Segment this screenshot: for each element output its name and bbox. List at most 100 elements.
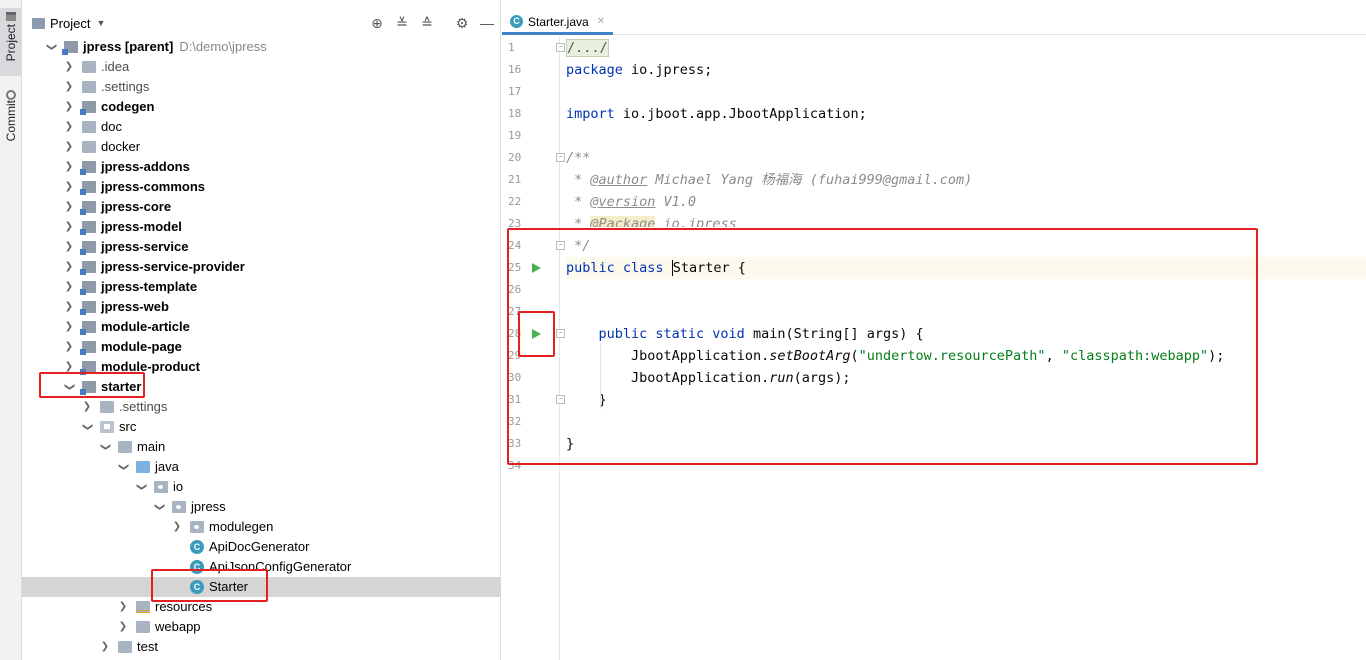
- chevron-right-icon[interactable]: ❯: [172, 520, 182, 534]
- editor-gutter: 1 16 17 18 19 20 21 22 23 24 25 26 27 28 29 30 31 32 33 34 −…: [502, 37, 565, 660]
- tree-row-module-article[interactable]: ❯ module-article: [22, 317, 501, 337]
- chevron-down-icon[interactable]: ❯: [62, 382, 76, 392]
- line-number: 27: [508, 305, 522, 318]
- folded-region[interactable]: /.../: [566, 39, 609, 57]
- tree-row-jpress-parent[interactable]: ❯ jpress [parent] D:\demo\jpress: [22, 37, 501, 57]
- tree-row-jpress-template[interactable]: ❯ jpress-template: [22, 277, 501, 297]
- chevron-right-icon[interactable]: ❯: [64, 200, 74, 214]
- tree-item-label: jpress-service-provider: [101, 259, 245, 274]
- chevron-right-icon[interactable]: ❯: [64, 220, 74, 234]
- tree-row-jpress-core[interactable]: ❯ jpress-core: [22, 197, 501, 217]
- chevron-down-icon[interactable]: ❯: [134, 482, 148, 492]
- collapse-all-icon[interactable]: ≙: [419, 11, 435, 35]
- chevron-down-icon[interactable]: ❯: [116, 462, 130, 472]
- tree-row-docker[interactable]: ❯ docker: [22, 137, 501, 157]
- string-token: "undertow.resourcePath": [858, 348, 1046, 364]
- tree-row-src[interactable]: ❯ src: [22, 417, 501, 437]
- tree-row-resources[interactable]: ❯ resources: [22, 597, 501, 617]
- project-view-selector[interactable]: Project: [50, 16, 90, 31]
- fold-marker-icon[interactable]: −: [556, 395, 565, 404]
- code-token: {: [729, 260, 746, 276]
- tree-row-module-product[interactable]: ❯ module-product: [22, 357, 501, 377]
- folder-icon: [136, 621, 150, 633]
- chevron-right-icon[interactable]: ❯: [64, 260, 74, 274]
- tree-row-apijsonconfiggenerator[interactable]: C ApiJsonConfigGenerator: [22, 557, 501, 577]
- locate-icon[interactable]: ⊕: [369, 11, 385, 35]
- tree-item-label: ApiDocGenerator: [209, 539, 310, 554]
- fold-marker-icon[interactable]: −: [556, 329, 565, 338]
- line-number: 34: [508, 459, 522, 472]
- tree-row-test[interactable]: ❯ test: [22, 637, 501, 657]
- chevron-right-icon[interactable]: ❯: [64, 160, 74, 174]
- project-tool-tab[interactable]: Project: [0, 8, 22, 76]
- line-number: 31: [508, 393, 522, 406]
- chevron-right-icon[interactable]: ❯: [64, 140, 74, 154]
- chevron-right-icon[interactable]: ❯: [64, 180, 74, 194]
- chevron-right-icon[interactable]: ❯: [64, 120, 74, 134]
- chevron-down-icon[interactable]: ▼: [96, 18, 105, 28]
- tree-row-java[interactable]: ❯ java: [22, 457, 501, 477]
- tree-row-starter[interactable]: ❯ starter: [22, 377, 501, 397]
- code-token: (: [850, 348, 859, 364]
- chevron-down-icon[interactable]: ❯: [152, 502, 166, 512]
- gear-icon[interactable]: ⚙: [454, 11, 470, 35]
- editor-tab-starter[interactable]: C Starter.java ✕: [502, 11, 614, 35]
- tree-row-io[interactable]: ❯ io: [22, 477, 501, 497]
- commit-tool-tab-label: Commit: [4, 100, 18, 142]
- tree-row-jpress-service-provider[interactable]: ❯ jpress-service-provider: [22, 257, 501, 277]
- close-icon[interactable]: ✕: [597, 16, 605, 27]
- tree-row-codegen[interactable]: ❯ codegen: [22, 97, 501, 117]
- run-class-icon[interactable]: [532, 263, 541, 273]
- tree-row-settings[interactable]: ❯ .settings: [22, 77, 501, 97]
- tree-item-label: java: [155, 459, 179, 474]
- fold-marker-icon[interactable]: −: [556, 153, 565, 162]
- chevron-right-icon[interactable]: ❯: [118, 620, 128, 634]
- chevron-right-icon[interactable]: ❯: [82, 400, 92, 414]
- fold-marker-icon[interactable]: −: [556, 43, 565, 52]
- chevron-right-icon[interactable]: ❯: [64, 300, 74, 314]
- chevron-right-icon[interactable]: ❯: [64, 60, 74, 74]
- tool-window-strip: Project Commit: [0, 0, 22, 660]
- tree-row-apidocgenerator[interactable]: C ApiDocGenerator: [22, 537, 501, 557]
- tree-row-doc[interactable]: ❯ doc: [22, 117, 501, 137]
- tree-row-idea[interactable]: ❯ .idea: [22, 57, 501, 77]
- chevron-right-icon[interactable]: ❯: [64, 360, 74, 374]
- tree-row-module-page[interactable]: ❯ module-page: [22, 337, 501, 357]
- chevron-right-icon[interactable]: ❯: [100, 640, 110, 654]
- tree-row-main[interactable]: ❯ main: [22, 437, 501, 457]
- code-token: io.jpress: [655, 216, 737, 227]
- chevron-right-icon[interactable]: ❯: [64, 340, 74, 354]
- chevron-right-icon[interactable]: ❯: [64, 320, 74, 334]
- tree-row-jpress-service[interactable]: ❯ jpress-service: [22, 237, 501, 257]
- tree-row-jpress-commons[interactable]: ❯ jpress-commons: [22, 177, 501, 197]
- chevron-down-icon[interactable]: ❯: [80, 422, 94, 432]
- hide-panel-icon[interactable]: —: [479, 11, 495, 35]
- line-number: 33: [508, 437, 522, 450]
- chevron-down-icon[interactable]: ❯: [44, 42, 58, 52]
- tree-row-jpress-web[interactable]: ❯ jpress-web: [22, 297, 501, 317]
- tree-item-label: .settings: [119, 399, 168, 414]
- chevron-right-icon[interactable]: ❯: [64, 100, 74, 114]
- tree-row-jpress-model[interactable]: ❯ jpress-model: [22, 217, 501, 237]
- run-main-icon[interactable]: [532, 329, 541, 339]
- commit-tool-tab[interactable]: Commit: [0, 86, 22, 152]
- tree-row-starter[interactable]: C Starter: [22, 577, 501, 597]
- tree-item-label: starter: [101, 379, 142, 394]
- chevron-right-icon[interactable]: ❯: [64, 80, 74, 94]
- code-line: * @Package io.jpress: [566, 213, 737, 227]
- chevron-right-icon[interactable]: ❯: [64, 280, 74, 294]
- code-token: import: [566, 106, 615, 122]
- tree-row-webapp[interactable]: ❯ webapp: [22, 617, 501, 637]
- line-number: 17: [508, 85, 522, 98]
- javadoc-tag: @version: [590, 194, 656, 210]
- tree-row-jpress-addons[interactable]: ❯ jpress-addons: [22, 157, 501, 177]
- line-number: 29: [508, 349, 522, 362]
- tree-row-settings[interactable]: ❯ .settings: [22, 397, 501, 417]
- expand-all-icon[interactable]: ≚: [394, 11, 410, 35]
- chevron-down-icon[interactable]: ❯: [98, 442, 112, 452]
- fold-marker-icon[interactable]: −: [556, 241, 565, 250]
- chevron-right-icon[interactable]: ❯: [118, 600, 128, 614]
- chevron-right-icon[interactable]: ❯: [64, 240, 74, 254]
- tree-row-modulegen[interactable]: ❯ modulegen: [22, 517, 501, 537]
- tree-row-jpress[interactable]: ❯ jpress: [22, 497, 501, 517]
